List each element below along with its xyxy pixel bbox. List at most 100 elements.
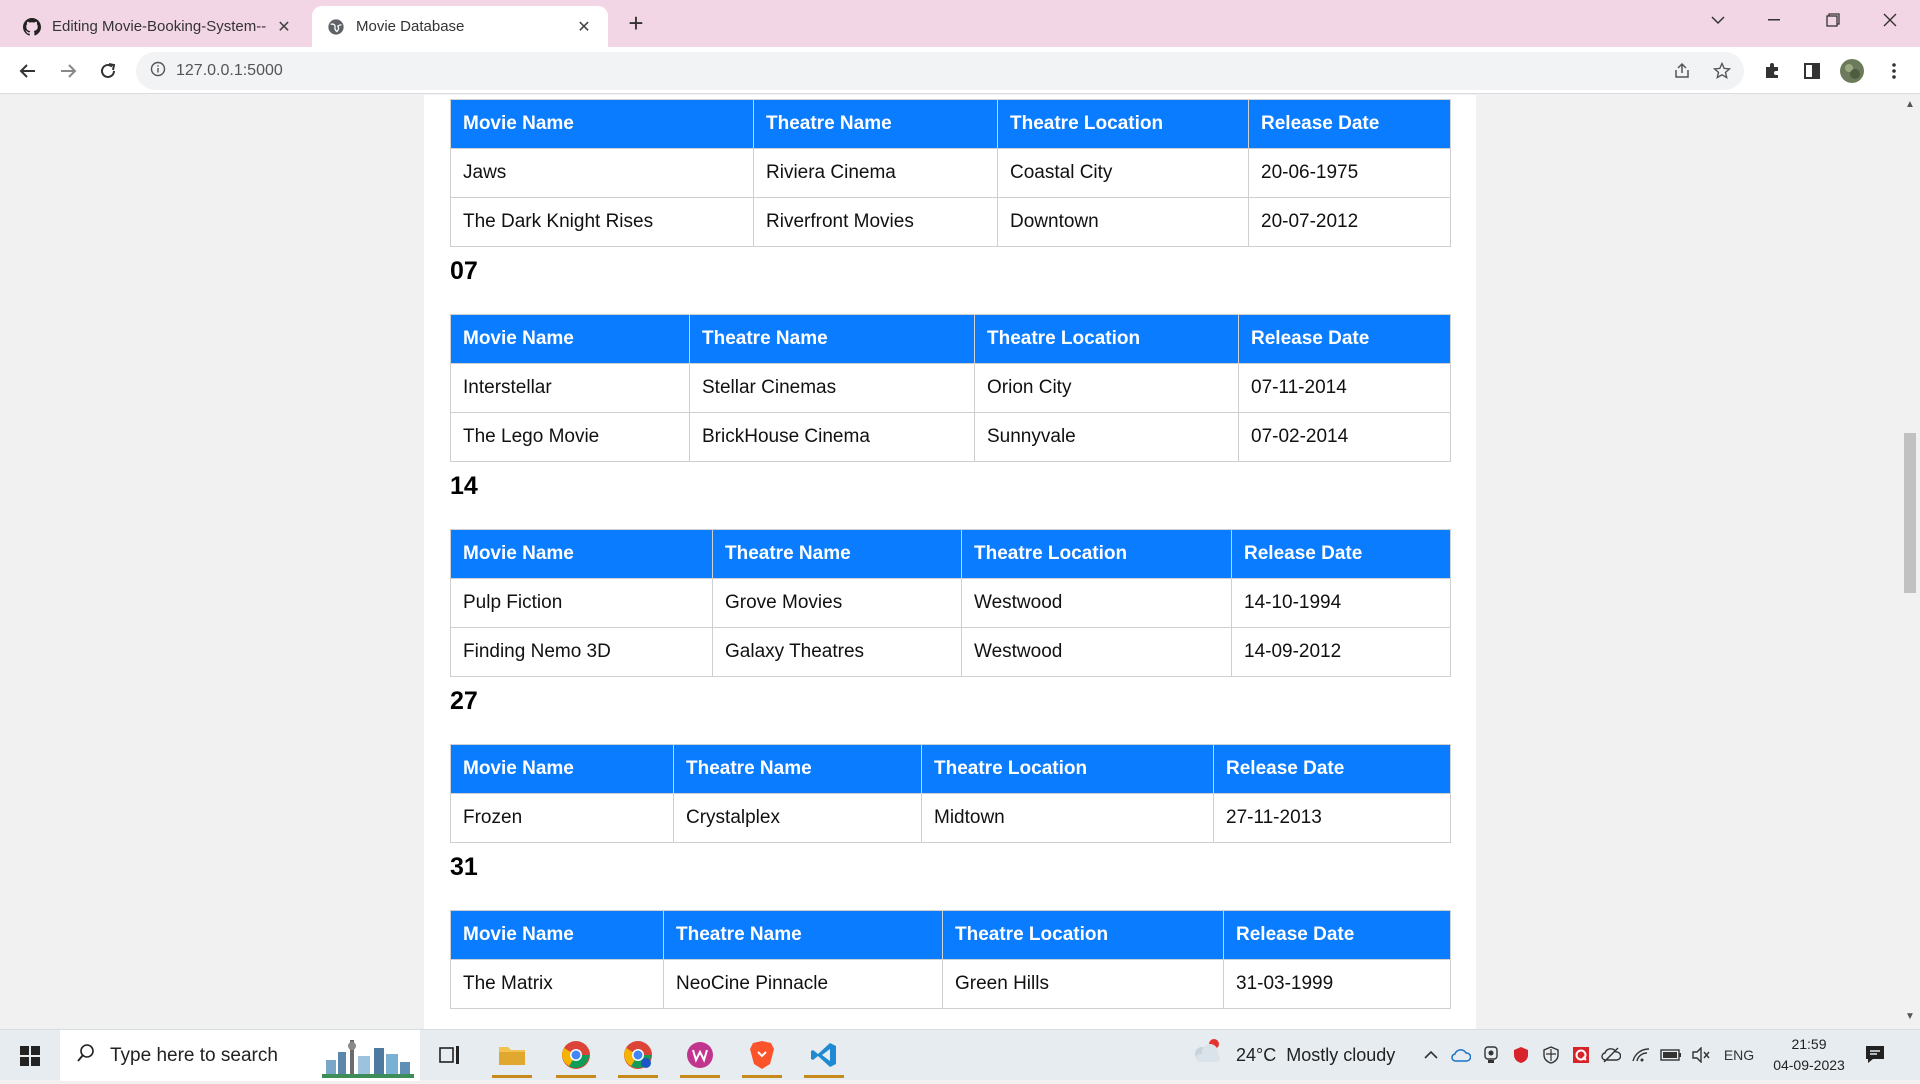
system-clock[interactable]: 21:59 04-09-2023 [1764,1034,1854,1076]
cell-theatre-location: Sunnyvale [974,412,1239,462]
group-heading: 27 [450,687,478,715]
cell-release-date: 27-11-2013 [1213,793,1451,843]
tab-title: Movie Database [356,18,465,35]
volume-muted-icon[interactable] [1690,1044,1712,1066]
page-scrollbar[interactable]: ▲ ▼ [1900,95,1920,1029]
table-header-row: Movie Name Theatre Name Theatre Location… [450,910,1451,960]
content-container: Movie Name Theatre Name Theatre Location… [424,95,1476,1029]
browser-toolbar: 127.0.0.1:5000 [0,47,1920,94]
info-icon[interactable] [150,61,166,82]
col-header-theatre-location: Theatre Location [961,529,1232,579]
close-icon[interactable]: ✕ [274,17,294,37]
cell-theatre-location: Midtown [921,793,1214,843]
vpn-cloud-icon[interactable] [1600,1044,1622,1066]
bookmark-star-icon[interactable] [1706,52,1738,90]
col-header-theatre-location: Theatre Location [942,910,1224,960]
weather-widget[interactable]: 24°C Mostly cloudy [1190,1030,1395,1081]
cell-theatre-name: Riviera Cinema [753,148,998,198]
cloud-icon [1190,1038,1224,1073]
forward-arrow-icon[interactable] [52,55,84,87]
address-bar[interactable]: 127.0.0.1:5000 [136,52,1744,90]
movie-table-group: Movie Name Theatre Name Theatre Location… [450,99,1451,247]
cell-movie-name: Jaws [450,148,754,198]
col-header-release-date: Release Date [1231,529,1451,579]
antivirus-shield-icon[interactable] [1510,1044,1532,1066]
webcam-icon[interactable] [1480,1044,1502,1066]
movie-table-group: Movie Name Theatre Name Theatre Location… [450,529,1451,677]
cell-movie-name: The Lego Movie [450,412,690,462]
col-header-theatre-name: Theatre Name [712,529,962,579]
cell-movie-name: The Matrix [450,959,664,1009]
restore-icon[interactable] [1805,0,1861,40]
tab-movie-database[interactable]: Movie Database ✕ [312,6,608,47]
chrome-profile-icon[interactable] [612,1032,664,1078]
tab-title: Editing Movie-Booking-System-- [52,18,267,35]
tab-search-chevron-icon[interactable] [1690,0,1746,40]
table-row: Interstellar Stellar Cinemas Orion City … [450,363,1451,413]
movie-table: Movie Name Theatre Name Theatre Location… [450,910,1451,1009]
cell-release-date: 31-03-1999 [1223,959,1451,1009]
more-menu-icon[interactable] [1878,55,1910,87]
minimize-icon[interactable] [1746,0,1802,40]
table-row: Pulp Fiction Grove Movies Westwood 14-10… [450,578,1451,628]
windows-start-icon[interactable] [0,1030,60,1081]
col-header-movie-name: Movie Name [450,910,664,960]
cell-release-date: 07-11-2014 [1238,363,1451,413]
clock-time: 21:59 [1791,1036,1827,1052]
new-tab-button[interactable]: + [620,8,652,40]
cell-theatre-name: BrickHouse Cinema [689,412,975,462]
scroll-thumb[interactable] [1904,433,1916,593]
col-header-movie-name: Movie Name [450,99,754,149]
task-view-icon[interactable] [424,1032,476,1078]
scroll-up-icon[interactable]: ▲ [1904,99,1916,113]
col-header-movie-name: Movie Name [450,744,674,794]
cell-movie-name: Pulp Fiction [450,578,713,628]
file-explorer-icon[interactable] [486,1032,538,1078]
col-header-theatre-location: Theatre Location [974,314,1239,364]
col-header-release-date: Release Date [1223,910,1451,960]
vscode-icon[interactable] [798,1032,850,1078]
back-arrow-icon[interactable] [12,55,44,87]
table-row: The Dark Knight Rises Riverfront Movies … [450,197,1451,247]
weather-temp: 24°C [1236,1045,1277,1065]
notification-center-icon[interactable] [1864,1043,1888,1067]
profile-avatar[interactable] [1836,55,1868,87]
tab-editing-repo[interactable]: Editing Movie-Booking-System-- ✕ [8,6,308,47]
security-shield-icon[interactable] [1540,1044,1562,1066]
language-indicator[interactable]: ENG [1724,1044,1754,1066]
close-window-icon[interactable] [1862,0,1918,40]
extensions-puzzle-icon[interactable] [1756,55,1788,87]
scroll-down-icon[interactable]: ▼ [1904,1011,1916,1025]
cell-release-date: 20-07-2012 [1248,197,1451,247]
movie-table: Movie Name Theatre Name Theatre Location… [450,314,1451,462]
wifi-icon[interactable] [1630,1044,1652,1066]
battery-icon[interactable] [1660,1044,1682,1066]
github-icon [22,17,42,37]
share-icon[interactable] [1666,52,1698,90]
movie-table: Movie Name Theatre Name Theatre Location… [450,99,1451,247]
table-header-row: Movie Name Theatre Name Theatre Location… [450,99,1451,149]
show-hidden-icons-chevron-icon[interactable] [1420,1044,1442,1066]
col-header-theatre-location: Theatre Location [997,99,1249,149]
cell-movie-name: The Dark Knight Rises [450,197,754,247]
wps-office-icon[interactable] [674,1032,726,1078]
col-header-theatre-name: Theatre Name [753,99,998,149]
taskbar-search-input[interactable]: Type here to search [60,1030,420,1081]
col-header-movie-name: Movie Name [450,314,690,364]
active-indicator [742,1075,782,1078]
chrome-icon[interactable] [550,1032,602,1078]
cell-theatre-location: Coastal City [997,148,1249,198]
cell-release-date: 20-06-1975 [1248,148,1451,198]
brave-browser-icon[interactable] [736,1032,788,1078]
search-placeholder: Type here to search [110,1044,278,1066]
movie-table-group: Movie Name Theatre Name Theatre Location… [450,910,1451,1009]
search-icon [76,1043,96,1069]
reload-icon[interactable] [92,55,124,87]
close-icon[interactable]: ✕ [574,17,594,37]
col-header-theatre-name: Theatre Name [673,744,922,794]
onedrive-cloud-icon[interactable] [1450,1044,1472,1066]
movie-table-group: Movie Name Theatre Name Theatre Location… [450,314,1451,462]
side-panel-icon[interactable] [1796,55,1828,87]
quick-heal-icon[interactable] [1570,1044,1592,1066]
col-header-theatre-location: Theatre Location [921,744,1214,794]
